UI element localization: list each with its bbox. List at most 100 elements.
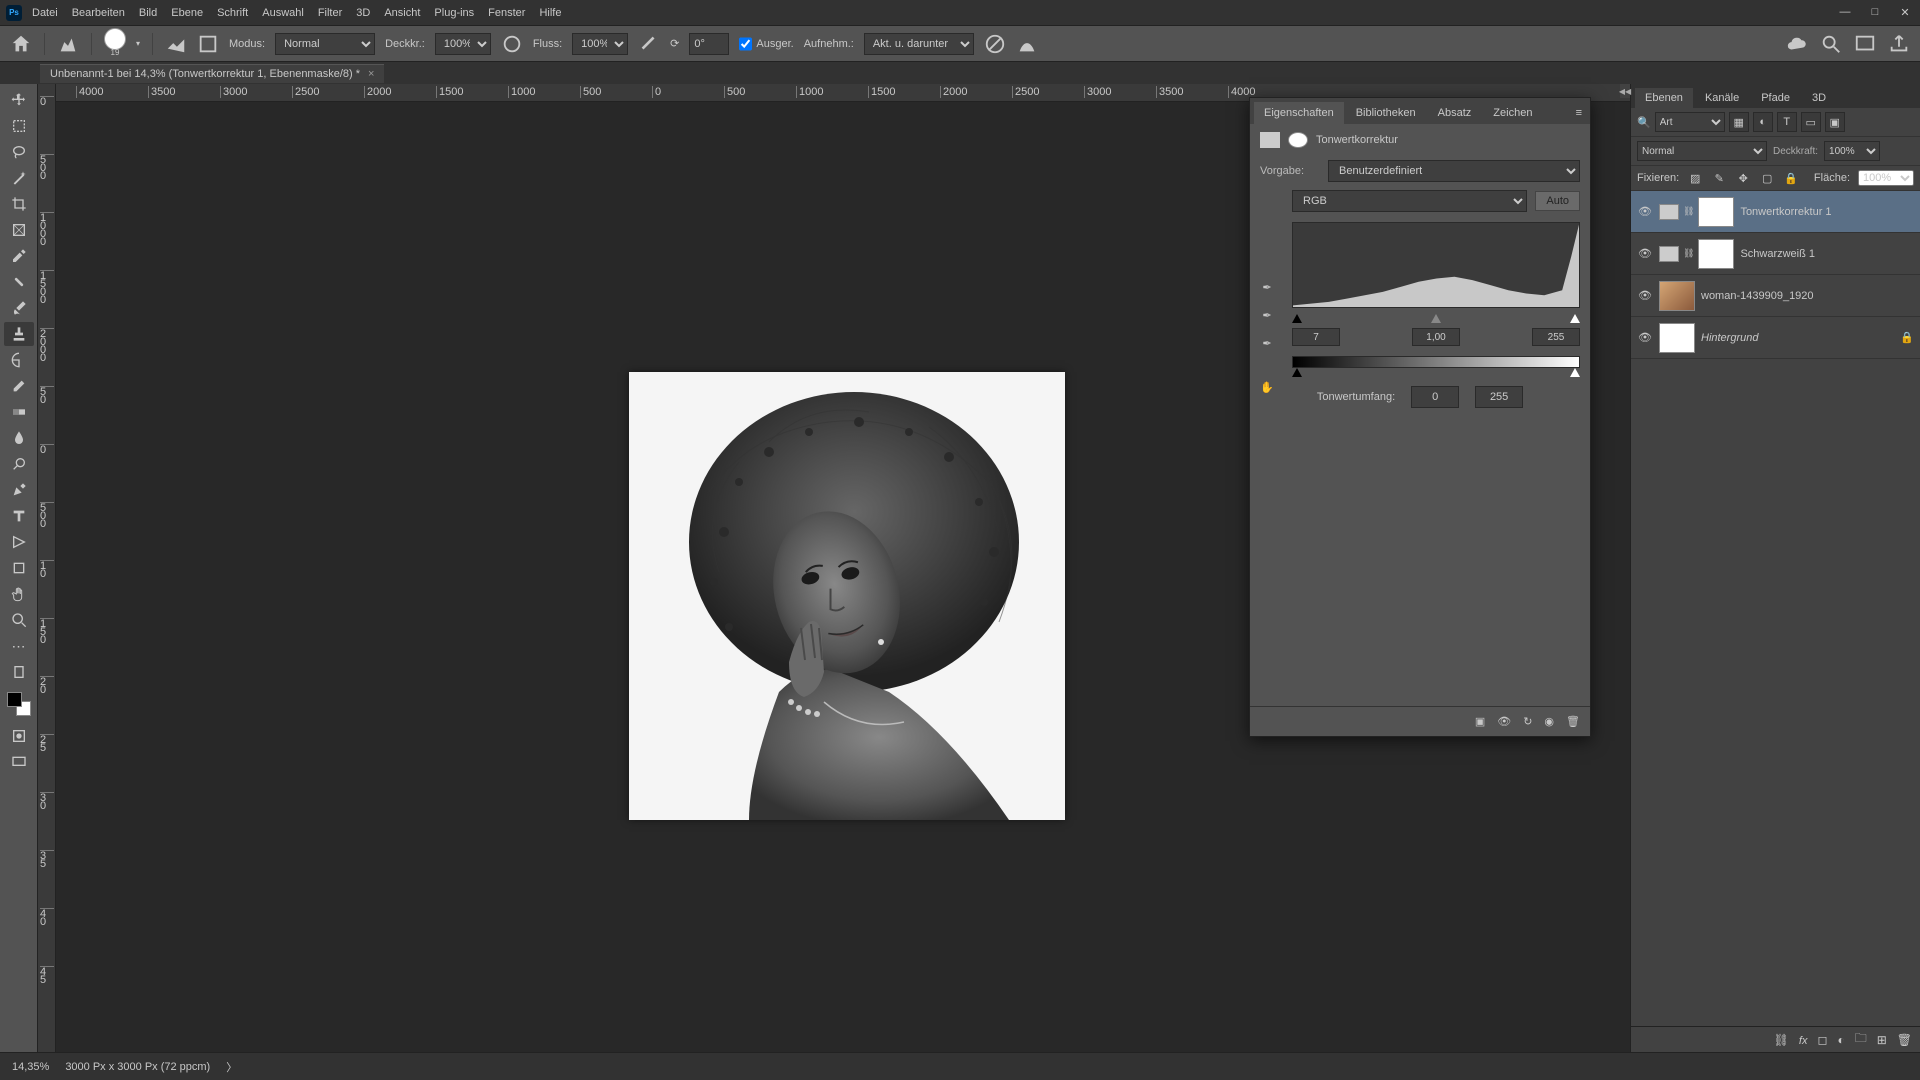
tab-pfade[interactable]: Pfade <box>1751 88 1800 108</box>
gray-eyedropper-icon[interactable]: ✒ <box>1258 306 1276 324</box>
brush-tool[interactable] <box>4 296 34 320</box>
tab-absatz[interactable]: Absatz <box>1428 102 1482 124</box>
path-tool[interactable] <box>4 530 34 554</box>
preset-select[interactable]: Benutzerdefiniert <box>1328 160 1580 182</box>
document-canvas[interactable] <box>629 372 1065 820</box>
channel-select[interactable]: RGB <box>1292 190 1527 212</box>
tool-preset-icon[interactable] <box>57 33 79 55</box>
black-slider[interactable] <box>1292 314 1302 323</box>
out-white-input[interactable] <box>1475 386 1523 408</box>
brush-settings-icon[interactable] <box>165 33 187 55</box>
mask-thumb[interactable] <box>1698 197 1734 227</box>
new-group-icon[interactable]: 🗀 <box>1855 1029 1867 1050</box>
maximize-button[interactable]: □ <box>1866 6 1884 19</box>
tab-zeichen[interactable]: Zeichen <box>1483 102 1542 124</box>
tab-kanaele[interactable]: Kanäle <box>1695 88 1749 108</box>
properties-panel[interactable]: Eigenschaften Bibliotheken Absatz Zeiche… <box>1249 97 1591 737</box>
input-sliders[interactable] <box>1292 314 1580 328</box>
filter-smart-icon[interactable]: ▣ <box>1825 112 1845 132</box>
stamp-tool[interactable] <box>4 322 34 346</box>
layer-name[interactable]: Tonwertkorrektur 1 <box>1740 206 1914 218</box>
tab-ebenen[interactable]: Ebenen <box>1635 88 1693 108</box>
aligned-check[interactable] <box>739 33 752 55</box>
color-swatch[interactable] <box>7 692 31 716</box>
zoom-value[interactable]: 14,35% <box>12 1061 49 1073</box>
white-eyedropper-icon[interactable]: ✒ <box>1258 334 1276 352</box>
menu-plugins[interactable]: Plug-ins <box>434 7 474 19</box>
output-sliders[interactable] <box>1292 368 1580 382</box>
home-icon[interactable] <box>10 33 32 55</box>
output-gradient[interactable] <box>1292 356 1580 368</box>
brush-picker[interactable]: 19 <box>104 28 126 57</box>
pen-tool[interactable] <box>4 478 34 502</box>
cloud-icon[interactable] <box>1786 33 1808 55</box>
menu-schrift[interactable]: Schrift <box>217 7 248 19</box>
status-arrow-icon[interactable]: 〉 <box>226 1059 237 1075</box>
histogram[interactable] <box>1292 222 1580 308</box>
opacity-select[interactable]: 100% <box>435 33 491 55</box>
quickmask-icon[interactable] <box>4 724 34 748</box>
toggle-visibility-icon[interactable]: ◉ <box>1544 715 1554 728</box>
gradient-tool[interactable] <box>4 400 34 424</box>
flow-select[interactable]: 100% <box>572 33 628 55</box>
mid-input[interactable] <box>1412 328 1460 346</box>
wand-tool[interactable] <box>4 166 34 190</box>
shape-tool[interactable] <box>4 556 34 580</box>
filter-adjust-icon[interactable]: ◐ <box>1753 112 1773 132</box>
link-layers-icon[interactable]: ⛓ <box>1774 1033 1789 1047</box>
tab-3d[interactable]: 3D <box>1802 88 1836 108</box>
layer-row[interactable]: 👁woman-1439909_1920 <box>1631 275 1920 317</box>
sample-select[interactable]: Akt. u. darunter <box>864 33 974 55</box>
layer-opacity-select[interactable]: 100% <box>1824 141 1880 161</box>
lock-position-icon[interactable]: ✥ <box>1735 170 1751 186</box>
menu-ebene[interactable]: Ebene <box>171 7 203 19</box>
eyedropper-tool[interactable] <box>4 244 34 268</box>
layer-row[interactable]: 👁⛓Schwarzweiß 1 <box>1631 233 1920 275</box>
menu-bild[interactable]: Bild <box>139 7 157 19</box>
menu-fenster[interactable]: Fenster <box>488 7 525 19</box>
history-brush-tool[interactable] <box>4 348 34 372</box>
gray-slider[interactable] <box>1431 314 1441 323</box>
white-slider[interactable] <box>1570 314 1580 323</box>
fill-select[interactable]: 100% <box>1858 170 1914 186</box>
layer-name[interactable]: woman-1439909_1920 <box>1701 290 1914 302</box>
menu-bearbeiten[interactable]: Bearbeiten <box>72 7 125 19</box>
auto-button[interactable]: Auto <box>1535 191 1580 211</box>
layer-row[interactable]: 👁⛓Tonwertkorrektur 1 <box>1631 191 1920 233</box>
layer-row[interactable]: 👁Hintergrund🔒 <box>1631 317 1920 359</box>
pressure-opacity-icon[interactable] <box>501 33 523 55</box>
minimize-button[interactable]: — <box>1836 6 1854 19</box>
blend-mode-select[interactable]: Normal <box>275 33 375 55</box>
delete-adjust-icon[interactable]: 🗑 <box>1566 715 1580 728</box>
panel-collapse-icon[interactable]: ◀◀ <box>1620 84 1630 98</box>
blend-mode-select[interactable]: Normal <box>1637 141 1767 161</box>
type-tool[interactable] <box>4 504 34 528</box>
pressure-size-icon[interactable] <box>1016 33 1038 55</box>
layer-name[interactable]: Hintergrund <box>1701 332 1894 344</box>
menu-ansicht[interactable]: Ansicht <box>384 7 420 19</box>
share-icon[interactable] <box>1888 33 1910 55</box>
mask-icon[interactable] <box>1288 132 1308 148</box>
hand-tool[interactable] <box>4 582 34 606</box>
lock-all-icon[interactable]: 🔒 <box>1783 170 1799 186</box>
bg-thumb[interactable] <box>1659 323 1695 353</box>
menu-filter[interactable]: Filter <box>318 7 342 19</box>
document-tab[interactable]: Unbenannt-1 bei 14,3% (Tonwertkorrektur … <box>40 64 384 83</box>
new-adjust-icon[interactable]: ◐ <box>1837 1033 1844 1047</box>
white-input[interactable] <box>1532 328 1580 346</box>
out-white-slider[interactable] <box>1570 368 1580 377</box>
workspace-icon[interactable] <box>1854 33 1876 55</box>
layer-name[interactable]: Schwarzweiß 1 <box>1740 248 1914 260</box>
layer-mask-icon[interactable]: ◻ <box>1817 1033 1827 1047</box>
visibility-icon[interactable]: 👁 <box>1637 205 1653 218</box>
layer-fx-icon[interactable]: fx <box>1799 1033 1808 1047</box>
tab-bibliotheken[interactable]: Bibliotheken <box>1346 102 1426 124</box>
search-icon[interactable] <box>1820 33 1842 55</box>
menu-3d[interactable]: 3D <box>356 7 370 19</box>
airbrush-icon[interactable] <box>638 33 660 55</box>
menu-datei[interactable]: Datei <box>32 7 58 19</box>
out-black-slider[interactable] <box>1292 368 1302 377</box>
reset-icon[interactable]: ↻ <box>1523 715 1532 728</box>
filter-type-icon[interactable]: T <box>1777 112 1797 132</box>
heal-tool[interactable] <box>4 270 34 294</box>
